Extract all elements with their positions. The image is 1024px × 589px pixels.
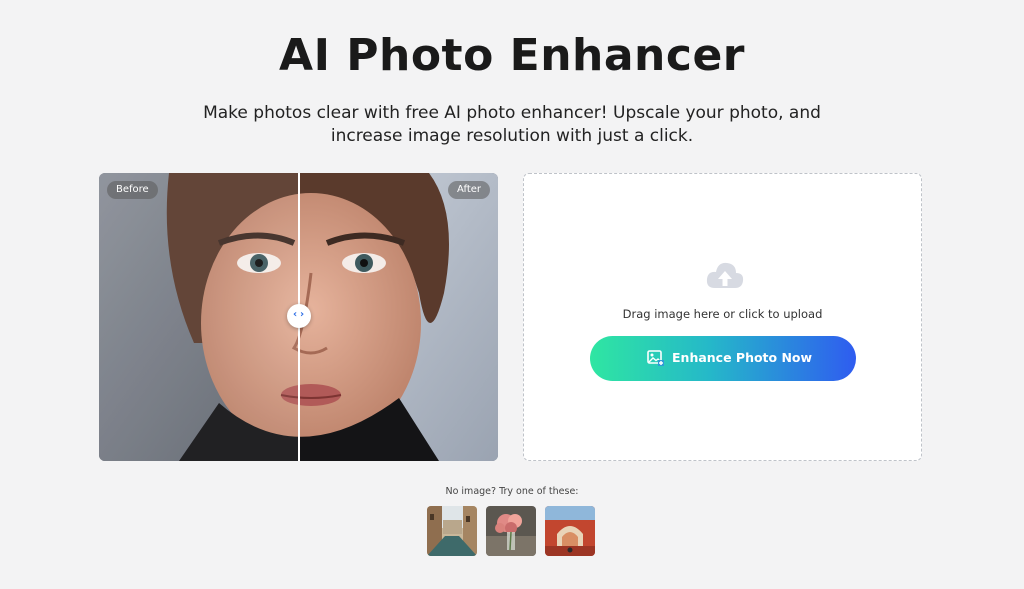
subtitle-line-1: Make photos clear with free AI photo enh… xyxy=(203,103,821,123)
after-label: After xyxy=(447,181,490,199)
sample-thumbnail-venice[interactable] xyxy=(427,506,477,556)
chevron-right-icon: › xyxy=(300,309,305,320)
before-after-compare[interactable]: Before After ‹ › xyxy=(99,173,498,461)
compare-slider-handle[interactable]: ‹ › xyxy=(287,304,311,328)
chevron-left-icon: ‹ xyxy=(293,309,298,320)
upload-instructions: Drag image here or click to upload xyxy=(622,307,823,321)
page-subtitle: Make photos clear with free AI photo enh… xyxy=(162,102,862,148)
red-archway-image xyxy=(545,506,595,556)
pink-flowers-image xyxy=(486,506,536,556)
cloud-upload-icon xyxy=(706,262,744,288)
venice-canal-image xyxy=(427,506,477,556)
sample-thumbnail-flowers[interactable] xyxy=(486,506,536,556)
before-label: Before xyxy=(107,181,158,199)
enhance-photo-button[interactable]: Enhance Photo Now xyxy=(590,336,856,381)
image-add-icon xyxy=(647,350,664,366)
upload-dropzone[interactable]: Drag image here or click to upload Enhan… xyxy=(523,173,922,461)
sample-images-label: No image? Try one of these: xyxy=(445,486,579,497)
sample-thumbnail-archway[interactable] xyxy=(545,506,595,556)
subtitle-line-2: increase image resolution with just a cl… xyxy=(330,126,694,146)
page-title: AI Photo Enhancer xyxy=(279,30,745,81)
enhance-button-label: Enhance Photo Now xyxy=(672,350,813,365)
